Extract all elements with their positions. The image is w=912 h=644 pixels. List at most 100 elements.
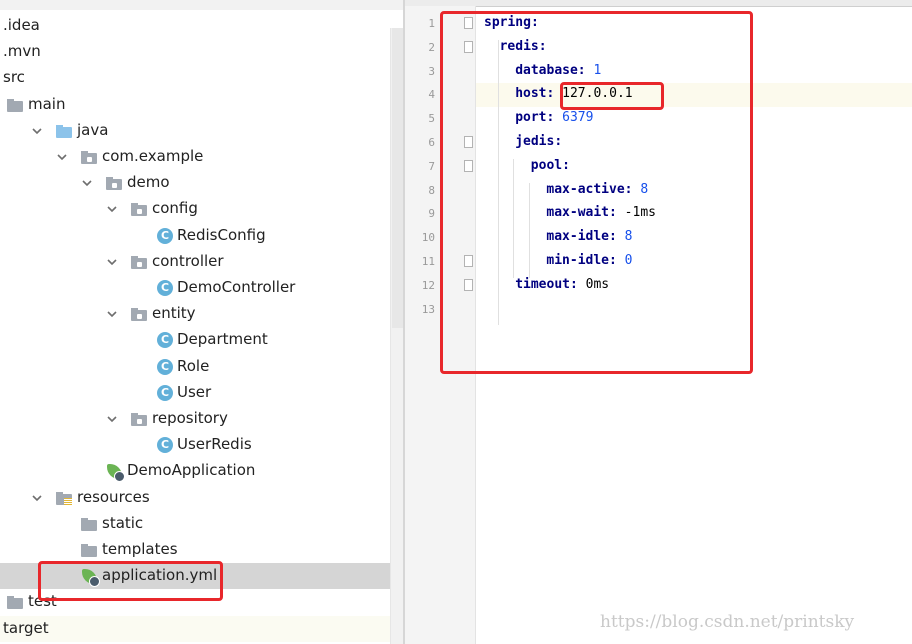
fold-open-icon[interactable] (464, 136, 473, 148)
fold-end-icon[interactable] (464, 278, 473, 291)
yaml-entry: spring: (484, 15, 539, 30)
tree-scrollbar[interactable] (390, 28, 403, 644)
tree-item-java[interactable]: java (0, 118, 400, 144)
chevron-down-icon[interactable] (105, 306, 119, 320)
yaml-value: 6379 (562, 110, 594, 126)
indent-guide (513, 158, 515, 278)
chevron-down-icon[interactable] (30, 490, 44, 504)
code-line[interactable]: 2 redis: (428, 36, 912, 60)
code-line[interactable]: 8 max-active: 8 (428, 179, 912, 203)
tree-item-demoapplication[interactable]: DemoApplication (0, 458, 400, 484)
tree-item-entity[interactable]: entity (0, 301, 400, 327)
chevron-down-icon[interactable] (80, 175, 94, 189)
package-folder-icon (80, 148, 98, 166)
indent-guide (528, 182, 530, 278)
tree-item-label: main (28, 94, 66, 113)
tree-item-label: UserRedis (177, 435, 252, 454)
indent-guide (497, 39, 499, 326)
yaml-value: -1ms (624, 205, 656, 221)
yaml-entry: jedis: (515, 134, 562, 149)
watermark: https://blog.csdn.net/printsky (600, 612, 855, 632)
tree-item-userredis[interactable]: C UserRedis (0, 432, 400, 458)
tree-item-static[interactable]: static (0, 511, 400, 537)
chevron-down-icon[interactable] (105, 411, 119, 425)
yaml-key: spring: (484, 15, 539, 30)
tree-item-label: DemoController (177, 278, 296, 296)
tree-item-com-example[interactable]: com.example (0, 144, 400, 170)
tree-item-label: DemoApplication (127, 461, 256, 480)
fold-end-icon[interactable] (464, 255, 473, 267)
tree-item-config[interactable]: config (0, 196, 400, 222)
tree-item-src[interactable]: src (0, 65, 400, 91)
chevron-down-icon[interactable] (30, 123, 44, 137)
line-number: 9 (428, 207, 435, 221)
chevron-down-icon[interactable] (105, 254, 119, 268)
tree-item-user[interactable]: C User (0, 380, 400, 406)
folder-icon (80, 541, 98, 559)
yaml-key: max-active: (546, 181, 633, 197)
chevron-down-icon[interactable] (55, 149, 69, 163)
tree-item-templates[interactable]: templates (0, 537, 400, 563)
package-folder-icon (130, 200, 148, 218)
yaml-key: max-wait: (546, 205, 617, 221)
java-class-icon: C (155, 358, 173, 376)
tree-item-demo[interactable]: demo (0, 170, 400, 196)
code-line[interactable]: 10 max-idle: 8 (422, 226, 912, 250)
yaml-key: port: (515, 110, 555, 126)
tree-item-label: java (77, 120, 109, 139)
tree-item-label: com.example (102, 147, 204, 165)
package-folder-icon (105, 174, 123, 192)
tree-item-redisconfig[interactable]: C RedisConfig (0, 223, 400, 249)
tree-item-label: controller (152, 251, 224, 270)
spring-config-file-icon (80, 567, 100, 588)
tree-item-resources[interactable]: resources (0, 485, 400, 511)
tree-item-idea[interactable]: .idea (0, 13, 400, 39)
yaml-value: 0 (624, 253, 633, 268)
code-line[interactable]: 5 port: 6379 (428, 107, 912, 131)
fold-open-icon[interactable] (464, 40, 473, 53)
line-number: 2 (428, 40, 435, 54)
package-folder-icon (130, 305, 148, 323)
tree-item-controller[interactable]: controller (0, 249, 400, 275)
code-editor[interactable]: 1 spring: 2 redis: 3 database: 1 4 host: 127.0.… (405, 0, 912, 644)
editor-gutter (405, 6, 476, 644)
tree-item-department[interactable]: C Department (0, 327, 400, 353)
code-line[interactable]: 4 host: 127.0.0.1 (428, 83, 912, 108)
yaml-entry: max-wait: -1ms (546, 205, 656, 220)
tree-item-mvn[interactable]: .mvn (0, 39, 400, 65)
code-line[interactable]: 11 min-idle: 0 (422, 250, 912, 274)
yaml-key: pool: (530, 157, 570, 173)
tree-item-test[interactable]: test (0, 589, 400, 615)
tree-item-democontroller[interactable]: C DemoController (0, 275, 400, 301)
fold-open-icon[interactable] (464, 159, 473, 172)
yaml-key: min-idle: (546, 253, 617, 268)
code-line[interactable]: 13 (422, 298, 912, 322)
yaml-entry: max-idle: 8 (546, 229, 632, 244)
editor-text-area[interactable]: 1 spring: 2 redis: 3 database: 1 4 host: 127.0.… (422, 6, 912, 644)
yaml-key: timeout: (515, 276, 578, 292)
code-line[interactable]: 1 spring: (428, 12, 912, 36)
yaml-entry: database: 1 (515, 63, 601, 78)
java-class-icon: C (155, 436, 173, 454)
yaml-key: host: (515, 86, 555, 102)
line-number: 12 (421, 278, 435, 292)
folder-icon (6, 593, 24, 611)
code-line[interactable]: 6 jedis: (428, 131, 912, 155)
code-line[interactable]: 12 timeout: 0ms (422, 274, 912, 298)
tree-item-application-yml[interactable]: application.yml (0, 563, 400, 590)
tree-item-target[interactable]: target (0, 615, 400, 642)
code-line[interactable]: 7 pool: (428, 155, 912, 179)
code-line[interactable]: 9 max-wait: -1ms (428, 202, 912, 226)
fold-open-icon[interactable] (464, 17, 473, 29)
tree-item-repository[interactable]: repository (0, 406, 400, 432)
tree-item-label: templates (102, 540, 178, 558)
chevron-down-icon[interactable] (105, 201, 119, 215)
yaml-entry: min-idle: 0 (546, 253, 632, 268)
tree-item-label: Department (177, 330, 268, 349)
project-tree-panel: .idea .mvn src main java com.example demo confi… (0, 0, 403, 644)
tree-item-main[interactable]: main (0, 92, 400, 118)
code-line[interactable]: 3 database: 1 (428, 60, 912, 84)
tree-item-role[interactable]: C Role (0, 354, 400, 380)
yaml-entry: pool: (531, 158, 570, 173)
tree-scrollbar-thumb[interactable] (392, 28, 403, 328)
